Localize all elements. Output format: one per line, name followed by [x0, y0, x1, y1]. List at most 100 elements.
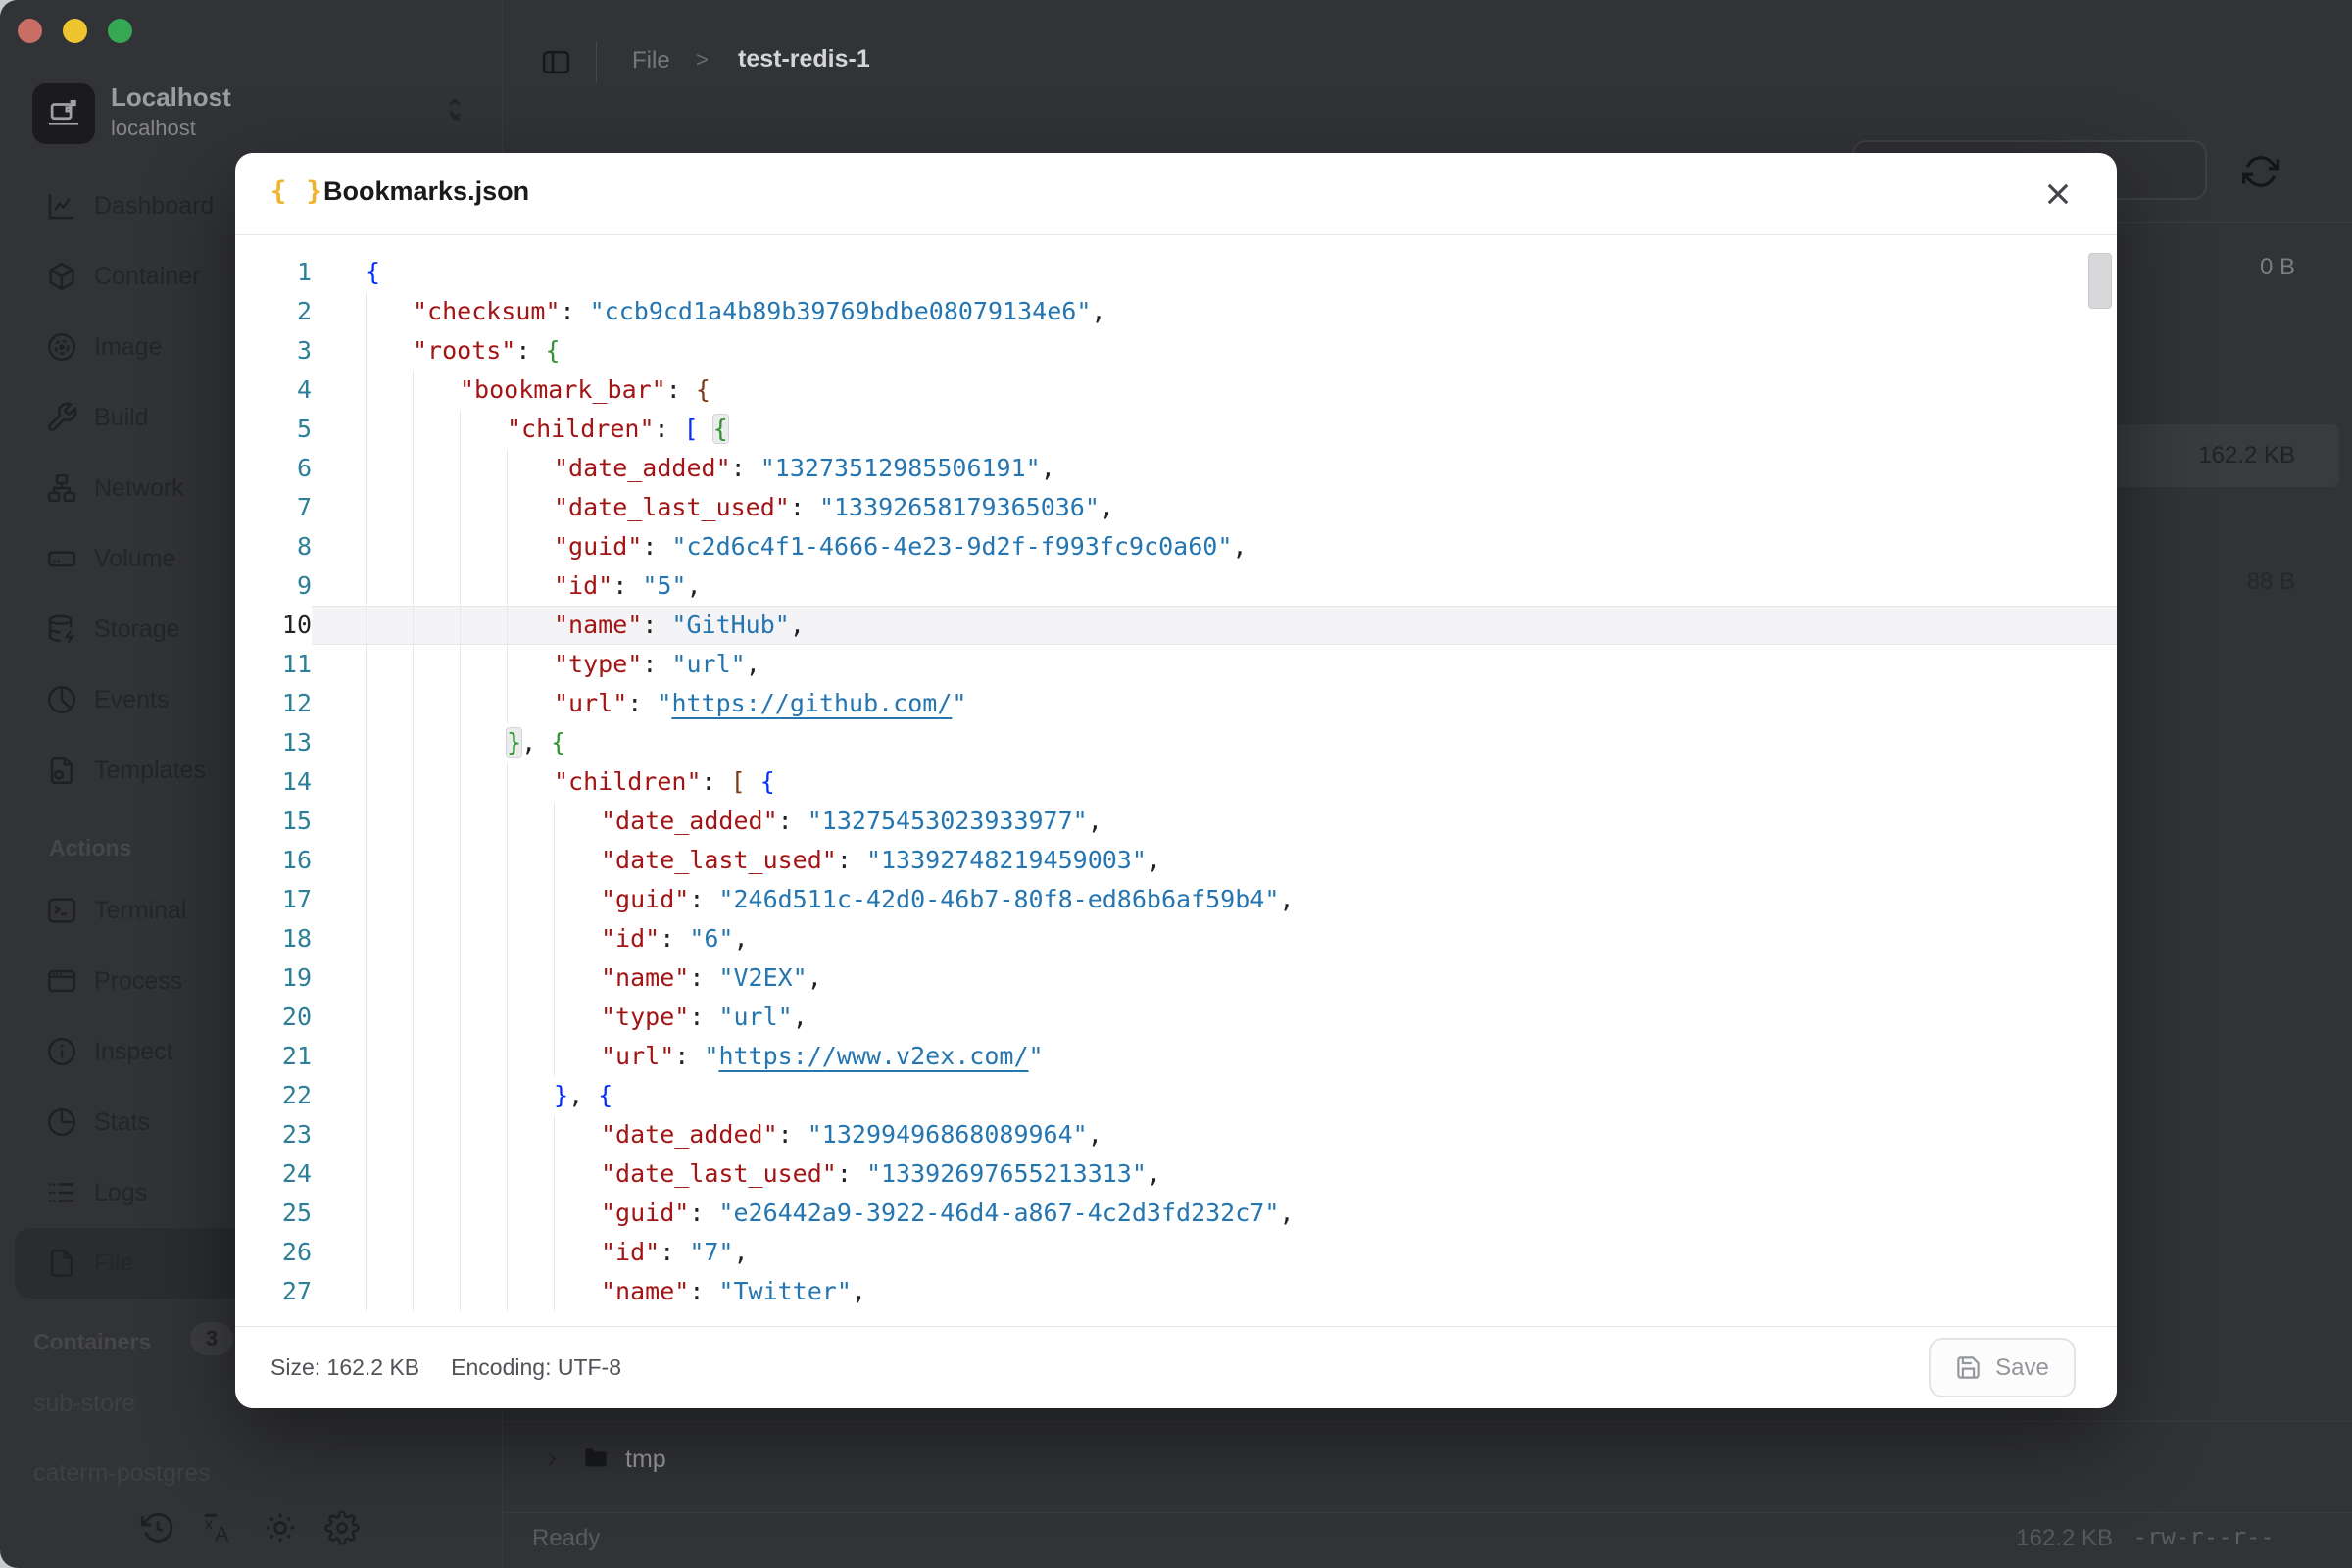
code-token: "date_last_used" — [601, 846, 837, 874]
code-token: } — [554, 1081, 568, 1109]
code-line[interactable]: 11"type": "url", — [235, 645, 2117, 684]
sidebar-item-caterm-postgres[interactable]: caterm-postgres — [33, 1459, 211, 1488]
indent-guide — [507, 645, 554, 684]
indent-guide — [554, 841, 601, 880]
indent-guide — [507, 684, 554, 723]
code-token: "13275453023933977" — [808, 807, 1088, 835]
indent-guide — [413, 1076, 460, 1115]
code-line[interactable]: 19"name": "V2EX", — [235, 958, 2117, 998]
code-token: : — [515, 336, 545, 365]
indent-guide — [507, 1233, 554, 1272]
indent-guide — [413, 488, 460, 527]
line-number: 4 — [235, 370, 312, 410]
sidebar-toggle-icon[interactable] — [540, 46, 572, 78]
file-viewer-dialog: { } Bookmarks.json 1{2"checksum": "ccb9c… — [235, 153, 2117, 1408]
code-line[interactable]: 23"date_added": "13299496868089964", — [235, 1115, 2117, 1154]
history-icon[interactable] — [140, 1510, 175, 1545]
line-number: 18 — [235, 919, 312, 958]
line-number: 26 — [235, 1233, 312, 1272]
indent-guide — [413, 723, 460, 762]
code-token — [746, 767, 760, 796]
code-token: { — [713, 415, 728, 443]
code-token: "id" — [554, 571, 612, 600]
code-line[interactable]: 9"id": "5", — [235, 566, 2117, 606]
code-line[interactable]: 7"date_last_used": "13392658179365036", — [235, 488, 2117, 527]
code-token: : — [642, 650, 671, 678]
templates-icon — [45, 754, 78, 787]
indent-guide — [366, 527, 413, 566]
close-icon[interactable] — [2038, 174, 2078, 214]
code-line[interactable]: 25"guid": "e26442a9-3922-46d4-a867-4c2d3… — [235, 1194, 2117, 1233]
indent-guide — [460, 1076, 507, 1115]
scrollbar-thumb[interactable] — [2088, 253, 2112, 309]
workspace-selector[interactable] — [439, 90, 470, 129]
line-number: 12 — [235, 684, 312, 723]
app-window: Localhost localhost Dashboard Container — [0, 0, 2352, 1568]
indent-guide — [460, 645, 507, 684]
code-token: "7" — [689, 1238, 733, 1266]
indent-guide — [554, 1233, 601, 1272]
code-editor[interactable]: 1{2"checksum": "ccb9cd1a4b89b39769bdbe08… — [235, 235, 2117, 1326]
code-line[interactable]: 3"roots": { — [235, 331, 2117, 370]
url-link[interactable]: https://github.com/ — [671, 689, 952, 717]
code-token: " — [952, 689, 966, 717]
save-button-label: Save — [1995, 1354, 2049, 1382]
indent-guide — [413, 1233, 460, 1272]
indent-guide — [366, 958, 413, 998]
line-number: 27 — [235, 1272, 312, 1311]
refresh-icon[interactable] — [2242, 153, 2279, 190]
indent-guide — [413, 410, 460, 449]
code-line[interactable]: 5"children": [ { — [235, 410, 2117, 449]
code-token: , — [1100, 493, 1114, 521]
breadcrumb-parent[interactable]: File — [632, 47, 670, 74]
brightness-icon[interactable] — [263, 1510, 298, 1545]
chevron-right-icon[interactable] — [540, 1447, 564, 1471]
save-button[interactable]: Save — [1929, 1338, 2076, 1397]
file-size-value: 162.2 KB — [2198, 442, 2295, 469]
url-link[interactable]: https://www.v2ex.com/ — [718, 1042, 1028, 1070]
code-line[interactable]: 16"date_last_used": "13392748219459003", — [235, 841, 2117, 880]
code-line[interactable]: 18"id": "6", — [235, 919, 2117, 958]
code-line[interactable]: 13}, { — [235, 723, 2117, 762]
line-number: 25 — [235, 1194, 312, 1233]
code-line[interactable]: 17"guid": "246d511c-42d0-46b7-80f8-ed86b… — [235, 880, 2117, 919]
code-line[interactable]: 1{ — [235, 253, 2117, 292]
tree-item-label[interactable]: tmp — [625, 1446, 666, 1474]
indent-guide — [366, 1233, 413, 1272]
file-size-value: 0 B — [2260, 254, 2295, 281]
code-line[interactable]: 2"checksum": "ccb9cd1a4b89b39769bdbe0807… — [235, 292, 2117, 331]
code-line[interactable]: 12"url": "https://github.com/" — [235, 684, 2117, 723]
code-line[interactable]: 4"bookmark_bar": { — [235, 370, 2117, 410]
indent-guide — [460, 880, 507, 919]
code-token: [ — [684, 415, 699, 443]
code-line[interactable]: 14"children": [ { — [235, 762, 2117, 802]
line-number: 10 — [235, 606, 312, 645]
traffic-light-minimize[interactable] — [63, 19, 87, 43]
indent-guide — [554, 880, 601, 919]
code-line[interactable]: 21"url": "https://www.v2ex.com/" — [235, 1037, 2117, 1076]
settings-icon[interactable] — [324, 1510, 360, 1545]
code-line[interactable]: 10"name": "GitHub", — [235, 606, 2117, 645]
code-line[interactable]: 22}, { — [235, 1076, 2117, 1115]
svg-text:A: A — [215, 1524, 228, 1546]
breadcrumb-separator: > — [696, 47, 709, 73]
code-token: , — [733, 924, 748, 953]
code-line[interactable]: 24"date_last_used": "13392697655213313", — [235, 1154, 2117, 1194]
traffic-light-close[interactable] — [18, 19, 42, 43]
traffic-light-zoom[interactable] — [108, 19, 132, 43]
indent-guide — [366, 998, 413, 1037]
indent-guide — [460, 1194, 507, 1233]
code-line[interactable]: 26"id": "7", — [235, 1233, 2117, 1272]
code-token: , — [1091, 297, 1105, 325]
code-line[interactable]: 27"name": "Twitter", — [235, 1272, 2117, 1311]
logs-icon — [45, 1176, 78, 1209]
indent-guide — [460, 1037, 507, 1076]
code-line[interactable]: 6"date_added": "13273512985506191", — [235, 449, 2117, 488]
sidebar-item-sub-store[interactable]: sub-store — [33, 1390, 135, 1418]
code-line[interactable]: 8"guid": "c2d6c4f1-4666-4e23-9d2f-f993fc… — [235, 527, 2117, 566]
translate-icon[interactable]: xA — [201, 1510, 236, 1545]
code-line[interactable]: 20"type": "url", — [235, 998, 2117, 1037]
indent-guide — [507, 1076, 554, 1115]
indent-guide — [507, 1037, 554, 1076]
code-line[interactable]: 15"date_added": "13275453023933977", — [235, 802, 2117, 841]
